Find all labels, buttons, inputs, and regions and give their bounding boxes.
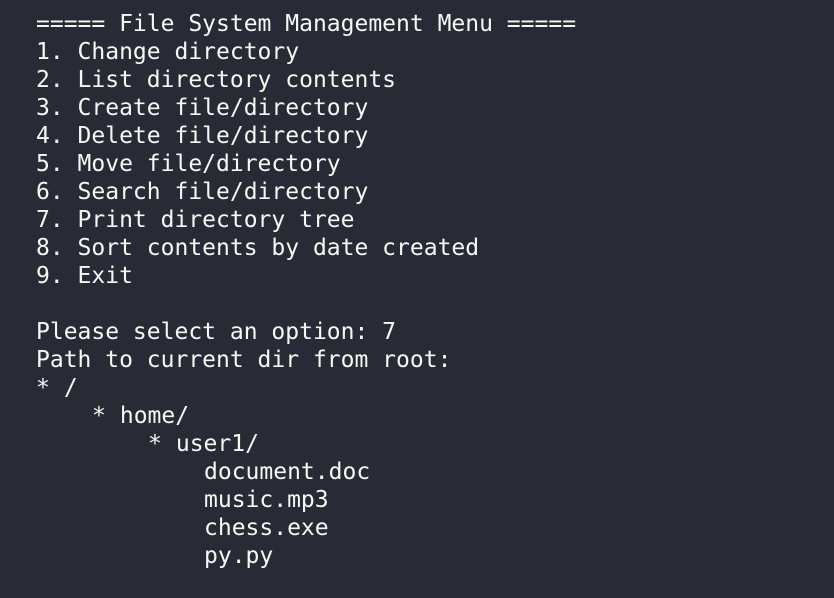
option-prompt: Please select an option: 7: [36, 319, 397, 345]
tree-bullet: *: [36, 375, 50, 401]
tree-user1-label: user1/: [175, 431, 259, 457]
menu-item-delete: 4. Delete file/directory: [36, 123, 369, 149]
tree-file: document.doc: [204, 459, 371, 485]
menu-item-move: 5. Move file/directory: [36, 151, 341, 177]
menu-item-change-directory: 1. Change directory: [36, 39, 300, 65]
menu-item-sort-by-date: 8. Sort contents by date created: [36, 235, 480, 261]
tree-home: * home/: [36, 402, 826, 430]
tree-user1: * user1/: [36, 430, 826, 458]
path-header: Path to current dir from root:: [36, 347, 452, 373]
tree-file: py.py: [204, 543, 274, 569]
tree-root: * /: [36, 374, 826, 402]
menu-title: ===== File System Management Menu =====: [36, 11, 577, 37]
menu-item-create: 3. Create file/directory: [36, 95, 369, 121]
menu-item-search: 6. Search file/directory: [36, 179, 369, 205]
tree-file: chess.exe: [204, 515, 329, 541]
menu-item-exit: 9. Exit: [36, 263, 133, 289]
menu-item-print-tree: 7. Print directory tree: [36, 207, 355, 233]
tree-file: music.mp3: [204, 487, 329, 513]
tree-root-label: /: [63, 375, 78, 401]
tree-bullet: *: [92, 403, 106, 429]
tree-home-label: home/: [119, 403, 190, 429]
tree-bullet: *: [148, 431, 162, 457]
terminal-output: ===== File System Management Menu ===== …: [36, 10, 826, 570]
menu-item-list-contents: 2. List directory contents: [36, 67, 397, 93]
